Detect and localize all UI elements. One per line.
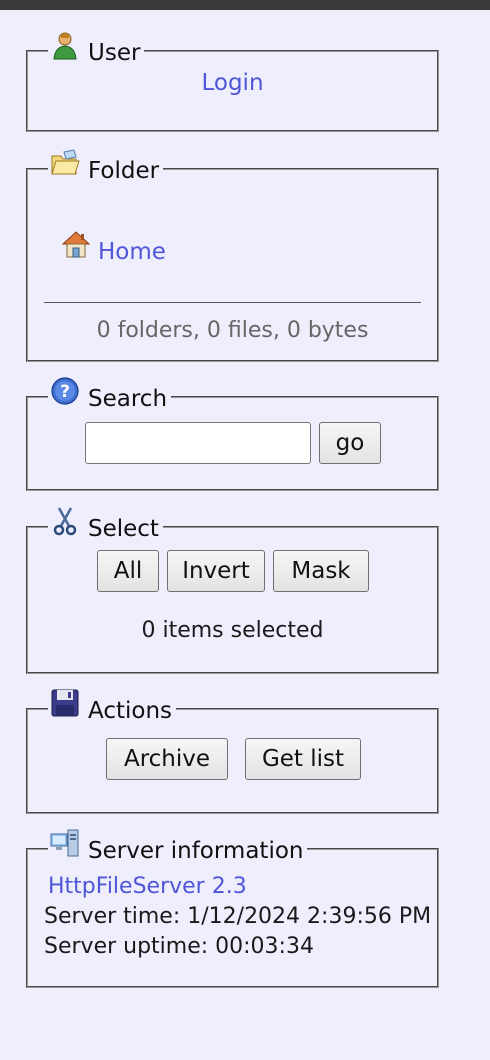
select-panel: Select All Invert Mask 0 items selected (26, 507, 439, 674)
search-input[interactable] (85, 422, 311, 464)
search-panel-legend: ? Search (48, 377, 171, 412)
login-link[interactable]: Login (201, 70, 263, 96)
actions-panel-legend: Actions (48, 689, 176, 724)
search-panel-title: Search (88, 386, 168, 412)
search-panel: ? Search go (26, 377, 439, 491)
actions-panel-title: Actions (88, 698, 173, 724)
server-info-panel-legend: Server information (48, 829, 307, 864)
product-link[interactable]: HttpFileServer 2.3 (48, 874, 247, 899)
home-row[interactable]: Home (60, 231, 166, 268)
user-panel-legend: User (48, 32, 144, 66)
archive-button[interactable]: Archive (106, 738, 228, 780)
help-icon: ? (50, 376, 80, 406)
get-list-button[interactable]: Get list (245, 738, 361, 780)
server-uptime: Server uptime: 00:03:34 (44, 934, 314, 959)
folder-panel-title: Folder (88, 158, 160, 184)
go-button[interactable]: go (319, 422, 381, 464)
selection-status: 0 items selected (141, 618, 324, 643)
select-all-button[interactable]: All (97, 550, 159, 592)
select-panel-legend: Select (48, 507, 163, 542)
folder-icon (50, 148, 80, 178)
actions-panel: Actions Archive Get list (26, 689, 439, 814)
folder-divider (44, 302, 421, 303)
top-bar (0, 0, 490, 10)
home-icon (60, 228, 92, 260)
user-panel: User Login (26, 32, 439, 132)
server-time: Server time: 1/12/2024 2:39:56 PM (44, 904, 432, 929)
svg-text:?: ? (60, 382, 70, 402)
user-icon (50, 30, 80, 60)
folder-panel-legend: Folder (48, 149, 163, 184)
server-info-panel-title: Server information (88, 838, 304, 864)
invert-button[interactable]: Invert (167, 550, 265, 592)
select-panel-title: Select (88, 516, 159, 542)
mask-button[interactable]: Mask (273, 550, 369, 592)
computer-icon (50, 828, 80, 858)
folder-panel: Folder Home 0 folders, 0 files, 0 bytes (26, 149, 439, 362)
user-panel-title: User (88, 40, 141, 66)
home-link[interactable]: Home (98, 239, 166, 265)
scissors-icon (50, 506, 80, 536)
server-info-panel: Server information HttpFileServer 2.3 Se… (26, 829, 439, 988)
floppy-disk-icon (50, 688, 80, 718)
folder-summary: 0 folders, 0 files, 0 bytes (96, 318, 369, 343)
